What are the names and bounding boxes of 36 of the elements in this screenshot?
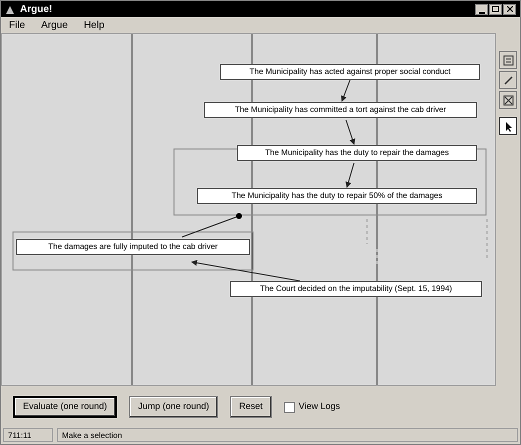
minimize-button[interactable] [475, 4, 488, 14]
action-button[interactable]: Evaluate (one round) [13, 396, 118, 418]
connector-arrow [340, 80, 350, 102]
menu-item[interactable]: Help [84, 18, 104, 32]
connector-arrow [346, 162, 354, 188]
status-field: 711:11 [3, 428, 53, 442]
statement-box[interactable]: The Municipality has acted against proper social conduct [220, 64, 480, 80]
menu-item[interactable]: Argue [41, 18, 68, 32]
maximize-icon [492, 6, 499, 12]
status-field: Make a selection [57, 428, 518, 442]
window-title: Argue! [20, 2, 52, 16]
tool-button[interactable] [499, 117, 517, 135]
view-logs-checkbox[interactable] [284, 402, 295, 412]
tool-button[interactable] [499, 51, 517, 69]
tool-button[interactable] [499, 71, 517, 89]
list-icon [502, 54, 514, 66]
maximize-button[interactable] [489, 4, 502, 14]
view-logs-label: View Logs [298, 400, 340, 414]
menu-item[interactable]: File [9, 18, 26, 32]
statement-box[interactable]: The Municipality has committed a tort against the cab driver [204, 102, 477, 118]
statement-box[interactable]: The Municipality has the duty to repair 50% of the damages [197, 188, 477, 204]
close-button[interactable] [503, 4, 516, 14]
pen-icon [502, 74, 514, 86]
connector-arrow [346, 120, 356, 145]
action-button[interactable]: Reset [230, 396, 272, 418]
minimize-icon [478, 12, 484, 14]
action-button[interactable]: Jump (one round) [129, 396, 218, 418]
statement-box[interactable]: The Court decided on the imputability (Sept. 15, 1994) [230, 281, 482, 297]
close-icon [506, 6, 512, 12]
statement-box[interactable]: The Municipality has the duty to repair the damages [237, 145, 477, 161]
app-icon [5, 4, 16, 14]
cross-icon [502, 94, 514, 106]
connector-dot [236, 213, 242, 219]
tool-button[interactable] [499, 91, 517, 109]
connector-line [182, 216, 240, 238]
statement-box[interactable]: The damages are fully imputed to the cab driver [16, 239, 250, 255]
